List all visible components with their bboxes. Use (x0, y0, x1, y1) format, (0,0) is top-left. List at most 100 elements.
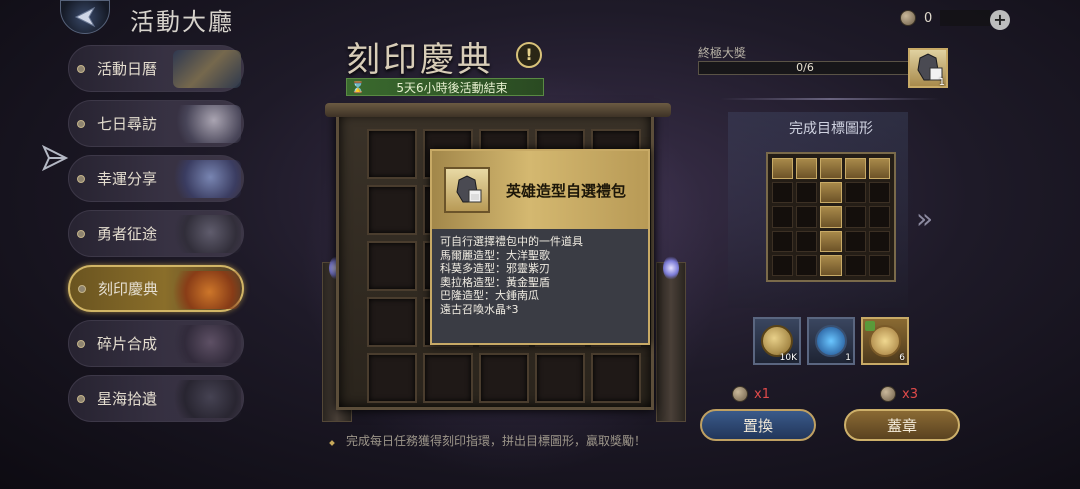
swap-button[interactable]: 置換 (700, 409, 816, 441)
stone-pillar-right (656, 262, 686, 422)
sidebar-item-fragment-synthesis[interactable]: 碎片合成 (68, 320, 244, 367)
inventory-item[interactable]: 1 (807, 317, 855, 365)
target-cell-filled (820, 182, 842, 204)
ring-currency-icon (880, 386, 896, 402)
page-title: 活動大廳 (130, 8, 234, 36)
item-count: 6 (899, 353, 905, 363)
stamp-cost-value: x3 (902, 386, 918, 402)
tooltip-line: 巴隆造型：大錘南瓜 (440, 289, 539, 302)
event-timer: ⌛ 5天6小時後活動結束 (346, 78, 544, 96)
target-cell-filled (820, 158, 842, 180)
board-cell[interactable] (535, 353, 585, 403)
item-count: 10K (779, 353, 797, 363)
board-cell[interactable] (367, 353, 417, 403)
sidebar-item-engraving-festival[interactable]: 刻印慶典 (68, 265, 244, 312)
sidebar-item-star-sea[interactable]: 星海拾遺 (68, 375, 244, 422)
swap-cost: x1 (732, 386, 770, 402)
back-arrow-icon (74, 6, 96, 28)
sidebar-item-label: 勇者征途 (97, 225, 158, 243)
sidebar-item-label: 活動日曆 (97, 60, 158, 78)
tooltip-line: 馬爾麗造型：大洋聖歌 (440, 248, 550, 262)
add-currency-button[interactable]: + (990, 10, 1010, 30)
target-cell-empty (844, 254, 866, 276)
final-reward-item[interactable]: 1 (908, 48, 948, 88)
target-title: 完成目標圖形 (789, 121, 873, 137)
sidebar-item-hero-journey[interactable]: 勇者征途 (68, 210, 244, 257)
tooltip-title: 英雄造型自選禮包 (506, 181, 627, 200)
star-thumbnail (173, 380, 241, 418)
currency-value: 0 (924, 10, 933, 26)
target-cell-empty (772, 206, 794, 228)
info-button[interactable]: ! (516, 42, 542, 68)
event-sidebar: 活動日曆 七日尋訪 幸運分享 勇者征途 刻印慶典 碎片合成 星海拾遺 (68, 45, 244, 430)
item-tooltip: 英雄造型自選禮包 可自行選擇禮包中的一件道具 馬爾麗造型：大洋聖歌 科莫多造型：… (430, 149, 650, 345)
target-cell-empty (796, 206, 818, 228)
target-cell-filled (820, 230, 842, 252)
target-cell-empty (868, 254, 890, 276)
board-cell[interactable] (591, 353, 641, 403)
sidebar-item-label: 星海拾遺 (97, 390, 158, 408)
target-cell-filled (772, 158, 794, 180)
board-cell[interactable] (367, 185, 417, 235)
target-cell-empty (844, 182, 866, 204)
share-icon[interactable] (40, 143, 70, 173)
next-pattern-icon[interactable]: » (916, 202, 933, 235)
target-cell-filled (796, 158, 818, 180)
emblem-thumbnail (173, 325, 241, 363)
board-cell[interactable] (423, 353, 473, 403)
bullet-icon (77, 229, 85, 238)
bullet-icon (77, 394, 85, 403)
sidebar-item-label: 刻印慶典 (98, 280, 159, 298)
target-cell-filled (844, 158, 866, 180)
torch-flame-icon (663, 256, 679, 280)
target-cell-filled (868, 158, 890, 180)
reward-count: 1 (938, 77, 945, 88)
board-cell[interactable] (367, 241, 417, 291)
bullet-icon (77, 64, 85, 73)
item-count: 1 (845, 353, 851, 363)
target-cell-empty (844, 206, 866, 228)
tooltip-line: 遠古召喚水晶*3 (440, 302, 519, 316)
stamp-cost: x3 (880, 386, 918, 402)
bullet-icon (77, 339, 85, 348)
bullet-icon (78, 284, 86, 293)
target-cell-empty (796, 254, 818, 276)
board-cell[interactable] (367, 129, 417, 179)
inventory-item[interactable]: 10K (753, 317, 801, 365)
sidebar-item-label: 幸運分享 (97, 170, 158, 188)
ring-currency-icon (900, 10, 916, 26)
board-frame-top (325, 103, 671, 117)
tooltip-line: 可自行選擇禮包中的一件道具 (440, 235, 583, 248)
inventory-items: 10K 1 6 (753, 317, 909, 365)
event-hint: 完成每日任務獲得刻印指環，拼出目標圖形，贏取獎勵！ (346, 434, 647, 448)
bullet-icon (77, 119, 85, 128)
gift-pack-icon (444, 167, 490, 213)
tooltip-body: 可自行選擇禮包中的一件道具 馬爾麗造型：大洋聖歌 科莫多造型：邪靈紫刃 奧拉格造… (432, 229, 648, 322)
ring-currency-icon (732, 386, 748, 402)
back-button[interactable] (60, 0, 110, 34)
inventory-item[interactable]: 6 (861, 317, 909, 365)
hero-thumbnail (173, 105, 241, 143)
timer-text: 5天6小時後活動結束 (396, 80, 508, 95)
sidebar-item-lucky-share[interactable]: 幸運分享 (68, 155, 244, 202)
hourglass-icon: ⌛ (351, 80, 365, 94)
progress-text: 0/6 (796, 61, 814, 74)
board-cell[interactable] (479, 353, 529, 403)
new-badge-icon (865, 321, 875, 331)
tooltip-line: 科莫多造型：邪靈紫刃 (440, 262, 550, 275)
target-pattern-grid (766, 152, 896, 282)
event-title: 刻印慶典 (346, 40, 494, 80)
gem-icon (815, 325, 847, 357)
hero-costume-icon (456, 175, 482, 203)
board-cell[interactable] (367, 297, 417, 347)
sidebar-item-seven-day[interactable]: 七日尋訪 (68, 100, 244, 147)
sidebar-item-label: 七日尋訪 (97, 115, 158, 133)
sidebar-item-calendar[interactable]: 活動日曆 (68, 45, 244, 92)
stamp-button[interactable]: 蓋章 (844, 409, 960, 441)
tooltip-header: 英雄造型自選禮包 (432, 151, 648, 229)
bullet-icon (77, 174, 85, 183)
calendar-thumbnail (173, 50, 241, 88)
target-cell-filled (820, 206, 842, 228)
target-cell-empty (868, 182, 890, 204)
tooltip-line: 奧拉格造型：黃金聖盾 (440, 275, 550, 289)
